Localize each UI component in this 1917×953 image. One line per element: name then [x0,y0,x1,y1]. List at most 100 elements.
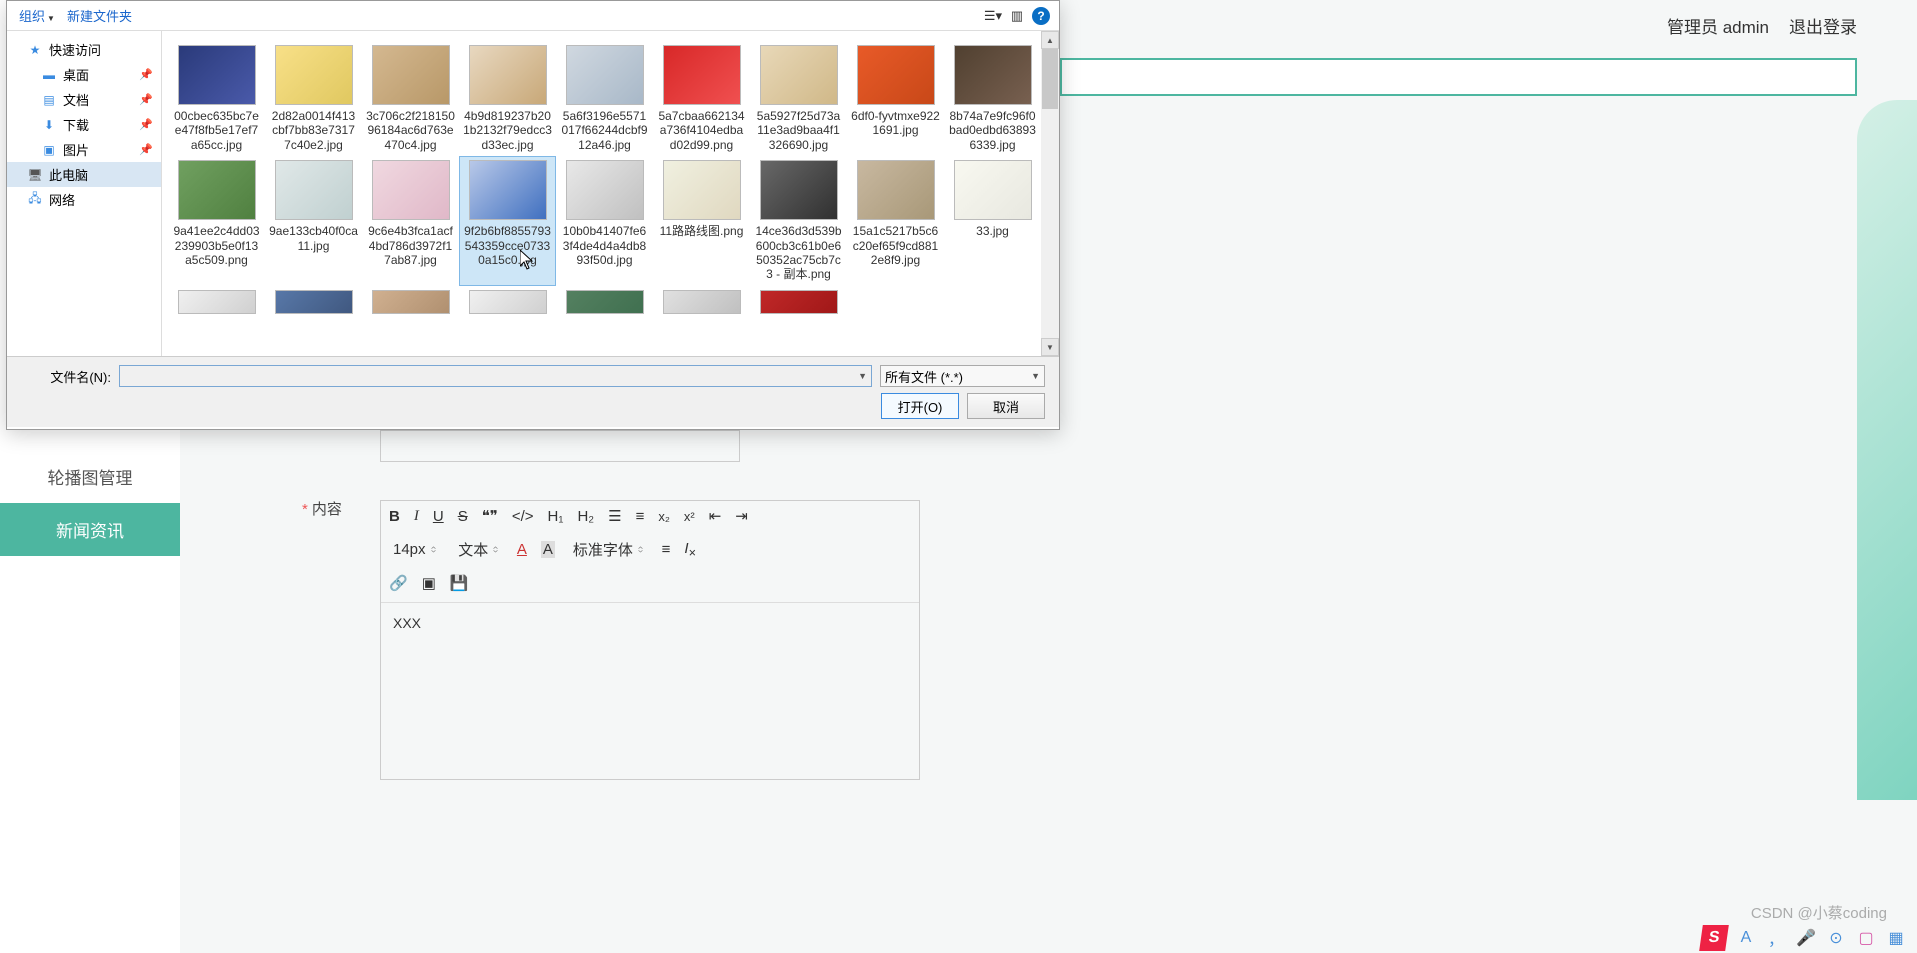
pin-icon: 📌 [139,68,153,81]
file-item[interactable] [750,286,847,322]
file-item[interactable]: 3c706c2f21815096184ac6d763e470c4.jpg [362,41,459,156]
sidebar-item-carousel[interactable]: 轮播图管理 [0,450,180,503]
chevron-down-icon[interactable]: ▼ [858,371,867,381]
file-thumbnail [566,45,644,105]
file-item[interactable]: 10b0b41407fe63f4de4d4a4db893f50d.jpg [556,156,653,286]
scrollbar[interactable]: ▲ ▼ [1041,31,1059,356]
indent-button[interactable]: ⇥ [735,507,748,525]
open-button[interactable]: 打开(O) [881,393,959,419]
file-item[interactable]: 9c6e4b3fca1acf4bd786d3972f17ab87.jpg [362,156,459,286]
star-icon: ★ [27,43,43,57]
file-item[interactable]: 5a5927f25d73a11e3ad9baa4f1326690.jpg [750,41,847,156]
outdent-button[interactable]: ⇤ [709,507,722,525]
file-item[interactable] [556,286,653,322]
file-thumbnail [760,160,838,220]
scroll-up-button[interactable]: ▲ [1041,31,1059,49]
superscript-button[interactable]: x² [684,509,695,524]
file-thumbnail [954,45,1032,105]
help-button[interactable]: ? [1031,6,1051,26]
file-thumbnail [372,45,450,105]
file-item[interactable] [459,286,556,322]
file-item[interactable]: 9a41ee2c4dd03239903b5e0f13a5c509.png [168,156,265,286]
file-thumbnail [469,290,547,314]
h2-button[interactable]: H₂ [577,508,594,525]
filename-input[interactable]: ▼ [119,365,872,387]
organize-menu[interactable]: 组织 [15,4,59,27]
file-item[interactable] [265,286,362,322]
editor-body[interactable]: XXX [381,603,919,643]
code-button[interactable]: </> [512,508,534,525]
texttype-select[interactable]: 文本 [454,539,503,560]
documents-item[interactable]: ▤文档📌 [7,87,161,112]
h1-button[interactable]: H₁ [548,508,564,525]
file-item[interactable]: 00cbec635bc7ee47f8fb5e17ef7a65cc.jpg [168,41,265,156]
view-options-button[interactable]: ☰▾ [983,6,1003,26]
fontsize-select[interactable]: 14px [389,541,440,558]
cancel-button[interactable]: 取消 [967,393,1045,419]
file-item[interactable] [168,286,265,322]
file-item[interactable]: 9f2b6bf8855793543359cce07330a15c0.jpg [459,156,556,286]
fontfamily-select[interactable]: 标准字体 [569,539,648,560]
file-item[interactable]: 8b74a7e9fc96f0bad0edbd638936339.jpg [944,41,1041,156]
file-item[interactable]: 11路路线图.png [653,156,750,286]
preview-pane-button[interactable]: ▥ [1007,6,1027,26]
underline-button[interactable]: U [433,508,444,525]
file-item[interactable]: 5a6f3196e5571017f66244dcbf912a46.jpg [556,41,653,156]
file-thumbnail [566,160,644,220]
this-pc-item[interactable]: 🖥此电脑 [7,162,161,187]
file-item[interactable]: 2d82a0014f413cbf7bb83e73177c40e2.jpg [265,41,362,156]
file-item[interactable]: 5a7cbaa662134a736f4104edbad02d99.png [653,41,750,156]
file-thumbnail [178,290,256,314]
file-name-label: 3c706c2f21815096184ac6d763e470c4.jpg [366,109,455,152]
file-thumbnail [663,290,741,314]
desktop-item[interactable]: ▬桌面📌 [7,62,161,87]
quote-button[interactable]: ❝❞ [482,507,498,525]
picture-icon: ▣ [41,143,57,157]
filetype-select[interactable]: 所有文件 (*.*)▼ [880,365,1045,387]
tool-mic-icon[interactable]: 🎤 [1795,927,1817,949]
tool-grid-icon[interactable]: ▦ [1885,927,1907,949]
file-item[interactable] [653,286,750,322]
scroll-down-button[interactable]: ▼ [1041,338,1059,356]
header-input[interactable] [1060,58,1857,96]
form-textarea[interactable] [380,430,740,462]
ordered-list-button[interactable]: ☰ [608,507,621,525]
link-icon[interactable]: 🔗 [389,574,408,592]
sidebar-item-news[interactable]: 新闻资讯 [0,503,180,556]
file-item[interactable]: 6df0-fyvtmxe9221691.jpg [847,41,944,156]
quick-access[interactable]: ★快速访问 [7,37,161,62]
align-button[interactable]: ≡ [662,541,671,558]
italic-button[interactable]: I [414,508,419,525]
unordered-list-button[interactable]: ≡ [636,508,645,525]
tool-a-icon[interactable]: A [1735,927,1757,949]
chevron-down-icon[interactable]: ▼ [1031,371,1040,381]
file-item[interactable]: 15a1c5217b5c6c20ef65f9cd8812e8f9.jpg [847,156,944,286]
clear-format-button[interactable]: I× [684,540,695,560]
image-icon[interactable]: ▣ [422,574,436,592]
scroll-thumb[interactable] [1042,49,1058,109]
bg-color-button[interactable]: A [541,541,555,558]
file-name-label: 11路路线图.png [657,224,746,238]
subscript-button[interactable]: x₂ [658,509,670,524]
file-item[interactable]: 4b9d819237b201b2132f79edcc3d33ec.jpg [459,41,556,156]
file-item[interactable]: 14ce36d3d539b600cb3c61b0e650352ac75cb7c3… [750,156,847,286]
file-name-label: 00cbec635bc7ee47f8fb5e17ef7a65cc.jpg [172,109,261,152]
network-item[interactable]: 🖧网络 [7,187,161,212]
font-color-button[interactable]: A [517,541,527,558]
pin-icon: 📌 [139,143,153,156]
file-item[interactable]: 33.jpg [944,156,1041,286]
new-folder-button[interactable]: 新建文件夹 [63,4,136,27]
strike-button[interactable]: S [458,508,468,525]
save-icon[interactable]: 💾 [450,574,469,592]
pictures-item[interactable]: ▣图片📌 [7,137,161,162]
file-thumbnail [663,160,741,220]
file-item[interactable] [362,286,459,322]
tool-record-icon[interactable]: ⊙ [1825,927,1847,949]
logout-link[interactable]: 退出登录 [1789,13,1857,38]
file-item[interactable]: 9ae133cb40f0ca11.jpg [265,156,362,286]
tool-comma-icon[interactable]: ， [1765,927,1787,949]
bold-button[interactable]: B [389,508,400,525]
s-badge-icon[interactable]: S [1699,925,1729,951]
tool-window-icon[interactable]: ▢ [1855,927,1877,949]
downloads-item[interactable]: ⬇下载📌 [7,112,161,137]
